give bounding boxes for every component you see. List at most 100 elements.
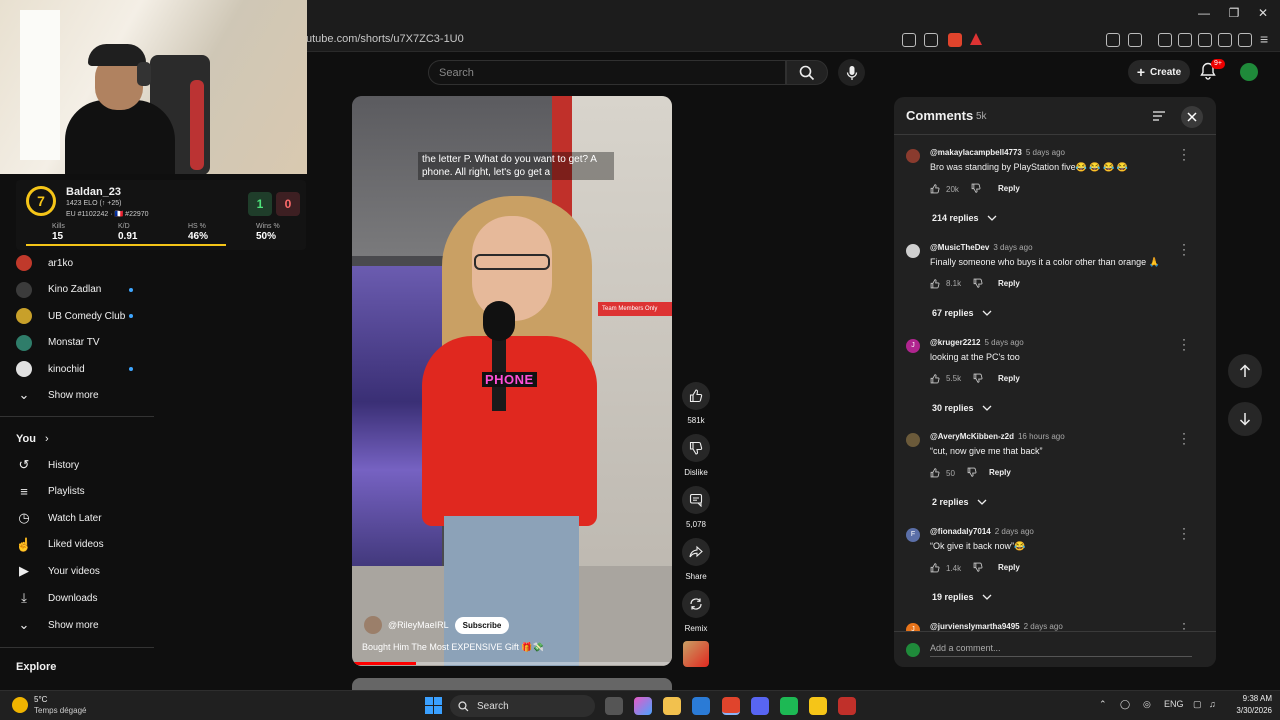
network-icon[interactable]: ◯	[1120, 699, 1130, 710]
comment-time[interactable]: 16 hours ago	[1018, 432, 1065, 441]
reply-button[interactable]: Reply	[998, 374, 1020, 383]
you-item[interactable]: ☝ Liked videos	[0, 532, 155, 558]
add-comment-bar[interactable]: Add a comment...	[894, 631, 1216, 667]
comment-author[interactable]: @AveryMcKibben-z2d	[930, 432, 1014, 441]
subscription-item[interactable]: UB Comedy Club	[0, 303, 155, 329]
comment-time[interactable]: 2 days ago	[995, 527, 1034, 536]
reply-button[interactable]: Reply	[998, 184, 1020, 193]
comment-avatar[interactable]	[906, 243, 920, 258]
comment-time[interactable]: 5 days ago	[1026, 148, 1065, 157]
display-icon[interactable]: ▢	[1193, 699, 1202, 710]
subscription-item[interactable]: kinochid	[0, 356, 155, 382]
remix-button[interactable]	[682, 590, 710, 618]
account-avatar[interactable]	[1240, 63, 1258, 81]
volume-icon[interactable]: ♫	[1209, 699, 1216, 709]
windows-start-icon[interactable]	[425, 697, 442, 714]
comment-author[interactable]: @MusicTheDev	[930, 243, 989, 252]
brave-browser-icon[interactable]	[722, 697, 740, 715]
thumbs-up-icon[interactable]	[930, 184, 940, 194]
dislike-button[interactable]	[682, 434, 710, 462]
more-options-icon[interactable]: ···	[1182, 143, 1186, 165]
thumbs-up-icon[interactable]	[930, 373, 940, 384]
reply-button[interactable]: Reply	[998, 279, 1020, 288]
menu-icon[interactable]: ≡	[1260, 31, 1268, 47]
comment-time[interactable]: 2 days ago	[1024, 622, 1063, 631]
video-title[interactable]: Bought Him The Most EXPENSIVE Gift 🎁💸	[362, 642, 544, 653]
view-replies-button[interactable]: 2 replies	[932, 497, 987, 507]
close-comments-button[interactable]	[1181, 106, 1203, 128]
comment-avatar[interactable]: J	[906, 338, 920, 353]
more-options-icon[interactable]: ···	[1182, 333, 1186, 355]
shield-app-icon[interactable]	[838, 697, 856, 715]
comment-time[interactable]: 5 days ago	[985, 338, 1024, 347]
url-text[interactable]: utube.com/shorts/u7X7ZC3-1U0	[306, 33, 464, 45]
subscription-item[interactable]: Kino Zadlan	[0, 277, 155, 303]
discord-icon[interactable]	[751, 697, 769, 715]
chevron-up-icon[interactable]: ⌃	[1099, 699, 1107, 710]
music-icon[interactable]	[1158, 33, 1172, 47]
vpn-icon[interactable]	[1238, 33, 1252, 47]
add-comment-input[interactable]: Add a comment...	[930, 643, 1001, 653]
thumbs-down-icon[interactable]	[973, 373, 983, 385]
video-progress-bar[interactable]	[352, 662, 672, 665]
cast-icon[interactable]	[902, 33, 916, 47]
minimize-icon[interactable]: —	[1196, 6, 1212, 20]
you-item[interactable]: ⤓ Downloads	[0, 585, 155, 611]
copilot-icon[interactable]	[634, 697, 652, 715]
notes-icon[interactable]	[809, 697, 827, 715]
sidebar-icon[interactable]	[1178, 33, 1192, 47]
weather-icon[interactable]	[12, 697, 28, 713]
reply-button[interactable]: Reply	[989, 468, 1011, 477]
more-options-icon[interactable]: ···	[1182, 617, 1186, 631]
microphone-tray-icon[interactable]: ◎	[1143, 699, 1151, 710]
subscription-item[interactable]: ar1ko	[0, 250, 155, 276]
thumbs-down-icon[interactable]	[973, 562, 983, 574]
next-video-preview[interactable]	[352, 678, 672, 690]
thumbs-down-icon[interactable]	[971, 183, 981, 195]
taskbar-search[interactable]: Search	[450, 695, 595, 717]
extensions-icon[interactable]	[1106, 33, 1120, 47]
wallet-icon[interactable]	[1198, 33, 1212, 47]
clock-time[interactable]: 9:38 AM	[1222, 694, 1272, 703]
restore-icon[interactable]: ❐	[1226, 6, 1242, 20]
comment-author[interactable]: @jurvienslymartha9495	[930, 622, 1020, 631]
thumbs-down-icon[interactable]	[973, 278, 983, 290]
like-button[interactable]	[682, 382, 710, 410]
view-replies-button[interactable]: 30 replies	[932, 403, 992, 413]
task-view-icon[interactable]	[605, 697, 623, 715]
subscribe-button[interactable]: Subscribe	[454, 616, 510, 634]
view-replies-button[interactable]: 19 replies	[932, 592, 992, 602]
comment-avatar[interactable]	[906, 433, 920, 448]
comment-time[interactable]: 3 days ago	[993, 243, 1032, 252]
you-item[interactable]: ▶ Your videos	[0, 558, 155, 584]
show-more-subscriptions[interactable]: ⌄ Show more	[0, 382, 155, 408]
file-explorer-icon[interactable]	[663, 697, 681, 715]
next-short-button[interactable]	[1228, 402, 1262, 436]
address-bar[interactable]: utube.com/shorts/u7X7ZC3-1U0 ≡	[300, 28, 1280, 52]
thumbs-up-icon[interactable]	[930, 563, 940, 573]
close-window-icon[interactable]: ✕	[1255, 6, 1271, 20]
store-icon[interactable]	[692, 697, 710, 715]
language-indicator[interactable]: ENG	[1164, 699, 1184, 709]
comment-author[interactable]: @makaylacampbell4773	[930, 148, 1022, 157]
sort-icon[interactable]	[1152, 109, 1166, 127]
voice-search-button[interactable]	[838, 59, 865, 86]
you-item[interactable]: ≡ Playlists	[0, 479, 155, 505]
clock-date[interactable]: 3/30/2026	[1222, 706, 1272, 715]
sound-thumbnail[interactable]	[683, 641, 709, 667]
thumbs-down-icon[interactable]	[967, 467, 977, 479]
view-replies-button[interactable]: 67 replies	[932, 308, 992, 318]
search-input[interactable]: Search	[428, 60, 786, 85]
more-options-icon[interactable]: ···	[1182, 238, 1186, 260]
comment-avatar[interactable]: F	[906, 528, 920, 543]
reader-icon[interactable]	[1128, 33, 1142, 47]
comment-avatar[interactable]: J	[906, 623, 920, 631]
search-button[interactable]	[786, 60, 828, 85]
brave-shield-icon[interactable]	[948, 33, 962, 47]
channel-name[interactable]: @RileyMaeIRL	[388, 620, 449, 630]
you-section-link[interactable]: You ›	[16, 433, 49, 445]
thumbs-up-icon[interactable]	[930, 279, 940, 289]
comment-avatar[interactable]	[906, 149, 920, 163]
channel-avatar[interactable]	[364, 616, 382, 634]
you-item[interactable]: ◷ Watch Later	[0, 505, 155, 531]
